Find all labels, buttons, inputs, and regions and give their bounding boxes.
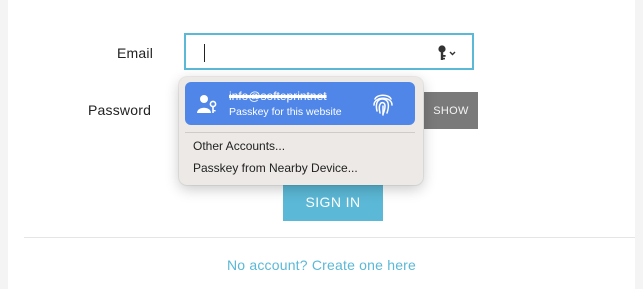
create-account-link[interactable]: No account? Create one here xyxy=(0,257,643,273)
passkey-subtitle: Passkey for this website xyxy=(229,106,342,118)
email-field[interactable] xyxy=(184,33,474,70)
text-caret xyxy=(204,44,205,62)
popover-divider xyxy=(185,132,415,133)
autofill-popover: info@softeprintnet Passkey for this webs… xyxy=(179,77,423,185)
password-label: Password xyxy=(88,102,152,118)
email-label: Email xyxy=(117,45,154,61)
sign-in-button[interactable]: SIGN IN xyxy=(283,183,383,221)
show-password-button[interactable]: SHOW xyxy=(424,92,478,129)
key-icon[interactable] xyxy=(436,44,458,62)
menu-item-other-accounts[interactable]: Other Accounts... xyxy=(193,139,285,153)
passkey-suggestion[interactable]: info@softeprintnet Passkey for this webs… xyxy=(185,82,415,125)
person-key-icon xyxy=(196,93,218,115)
fingerprint-icon xyxy=(371,91,395,117)
divider xyxy=(24,237,635,238)
menu-item-nearby-device[interactable]: Passkey from Nearby Device... xyxy=(193,161,358,175)
passkey-account-name: info@softeprintnet xyxy=(229,89,327,103)
